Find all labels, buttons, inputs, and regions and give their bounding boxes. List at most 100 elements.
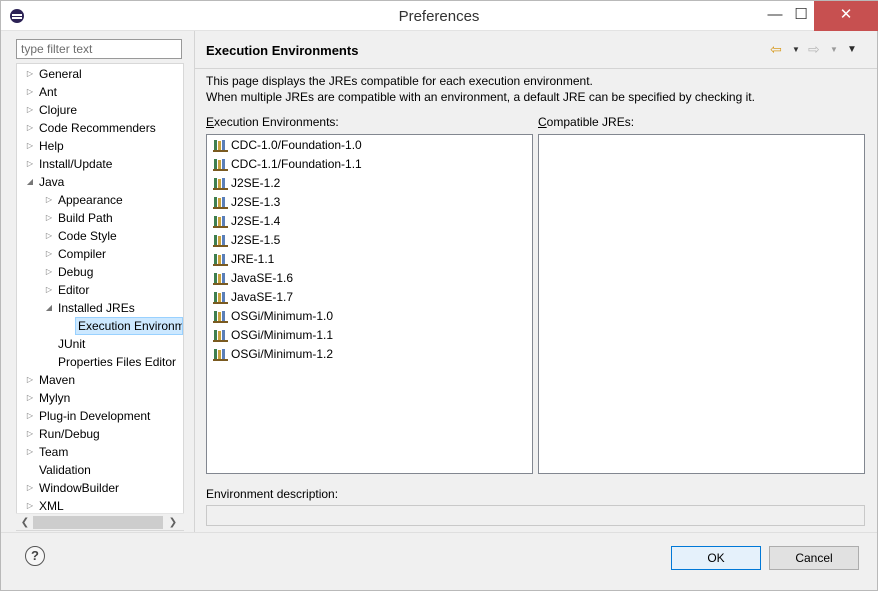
tree-item-label[interactable]: Java: [37, 173, 66, 191]
tree-item-label[interactable]: Properties Files Editor: [56, 353, 178, 371]
tree-collapsed-arrow-icon[interactable]: ▷: [25, 479, 35, 497]
tree-collapsed-arrow-icon[interactable]: ▷: [44, 245, 54, 263]
tree-item-label[interactable]: Mylyn: [37, 389, 72, 407]
ok-button[interactable]: OK: [671, 546, 761, 570]
tree-item-label[interactable]: Build Path: [56, 209, 115, 227]
tree-item-label[interactable]: Ant: [37, 83, 59, 101]
tree-item[interactable]: ▷ Run/Debug: [17, 425, 183, 443]
filter-input[interactable]: [16, 39, 182, 59]
compatible-jres-list[interactable]: [538, 134, 865, 474]
tree-collapsed-arrow-icon[interactable]: ▷: [44, 263, 54, 281]
library-icon: [213, 349, 228, 361]
library-icon: [213, 216, 228, 228]
tree-item-label[interactable]: Code Recommenders: [37, 119, 158, 137]
compatible-jres-label: Compatible JREs:: [538, 115, 635, 129]
cancel-button[interactable]: Cancel: [769, 546, 859, 570]
help-button[interactable]: ?: [25, 546, 45, 566]
view-menu-icon[interactable]: ▼: [847, 42, 857, 58]
tree-item[interactable]: ◢ Installed JREs: [17, 299, 183, 317]
title-bar[interactable]: Preferences — ☐ ✕: [1, 1, 878, 31]
tree-expanded-arrow-icon[interactable]: ◢: [25, 173, 35, 191]
close-button[interactable]: ✕: [814, 1, 878, 31]
tree-collapsed-arrow-icon[interactable]: ▷: [44, 281, 54, 299]
tree-item[interactable]: ▷ Code Recommenders: [17, 119, 183, 137]
tree-item-label[interactable]: Install/Update: [37, 155, 114, 173]
tree-collapsed-arrow-icon[interactable]: ▷: [44, 191, 54, 209]
tree-collapsed-arrow-icon[interactable]: ▷: [25, 101, 35, 119]
tree-item[interactable]: ▷ General: [17, 65, 183, 83]
tree-collapsed-arrow-icon[interactable]: ▷: [25, 407, 35, 425]
tree-item-label[interactable]: Appearance: [56, 191, 125, 209]
back-history-dropdown-icon[interactable]: ▼: [792, 42, 800, 58]
tree-collapsed-arrow-icon[interactable]: ▷: [25, 425, 35, 443]
scroll-right-arrow-icon[interactable]: ❯: [166, 514, 180, 531]
tree-item-label[interactable]: Validation: [37, 461, 93, 479]
tree-item[interactable]: ▷ Clojure: [17, 101, 183, 119]
tree-collapsed-arrow-icon[interactable]: ▷: [25, 137, 35, 155]
tree-item-label[interactable]: JUnit: [56, 335, 87, 353]
tree-item[interactable]: ▷ Editor: [17, 281, 183, 299]
tree-item-label[interactable]: WindowBuilder: [37, 479, 121, 497]
tree-item[interactable]: Validation: [17, 461, 183, 479]
minimize-button[interactable]: —: [762, 1, 788, 31]
tree-collapsed-arrow-icon[interactable]: ▷: [25, 389, 35, 407]
tree-item-label[interactable]: Clojure: [37, 101, 79, 119]
tree-horizontal-scrollbar[interactable]: ❮ ❯: [16, 513, 184, 530]
tree-item[interactable]: Execution Environments: [17, 317, 183, 335]
tree-item[interactable]: ▷ Help: [17, 137, 183, 155]
tree-item-label[interactable]: General: [37, 65, 84, 83]
tree-collapsed-arrow-icon[interactable]: ▷: [25, 443, 35, 461]
tree-item[interactable]: ▷ Code Style: [17, 227, 183, 245]
tree-item-label[interactable]: Debug: [56, 263, 95, 281]
tree-item[interactable]: ▷ Ant: [17, 83, 183, 101]
tree-item[interactable]: ▷ Build Path: [17, 209, 183, 227]
environment-name: J2SE-1.2: [231, 176, 281, 190]
tree-item[interactable]: ▷ Install/Update: [17, 155, 183, 173]
tree-item-label[interactable]: Installed JREs: [56, 299, 137, 317]
tree-collapsed-arrow-icon[interactable]: ▷: [25, 371, 35, 389]
tree-item[interactable]: ▷ Team: [17, 443, 183, 461]
tree-item[interactable]: ▷ Plug-in Development: [17, 407, 183, 425]
environment-name: JavaSE-1.6: [231, 271, 294, 285]
tree-item[interactable]: ▷ Appearance: [17, 191, 183, 209]
tree-item-label[interactable]: Help: [37, 137, 66, 155]
back-arrow-icon[interactable]: ⇦: [770, 41, 782, 57]
tree-item[interactable]: ▷ Mylyn: [17, 389, 183, 407]
tree-item-label[interactable]: Maven: [37, 371, 77, 389]
tree-item[interactable]: ◢ Java: [17, 173, 183, 191]
tree-item-label[interactable]: Code Style: [56, 227, 119, 245]
tree-collapsed-arrow-icon[interactable]: ▷: [44, 209, 54, 227]
execution-environments-list[interactable]: CDC-1.0/Foundation-1.0 CDC-1.1/Foundation…: [206, 134, 533, 474]
forward-arrow-icon[interactable]: ⇨: [808, 41, 820, 57]
tree-item-label[interactable]: Compiler: [56, 245, 108, 263]
environment-name: J2SE-1.5: [231, 233, 281, 247]
environment-name: JavaSE-1.7: [231, 290, 294, 304]
environment-name: OSGi/Minimum-1.1: [231, 328, 334, 342]
tree-item[interactable]: ▷ Maven: [17, 371, 183, 389]
tree-item-label[interactable]: Plug-in Development: [37, 407, 152, 425]
tree-collapsed-arrow-icon[interactable]: ▷: [44, 227, 54, 245]
forward-history-dropdown-icon[interactable]: ▼: [830, 42, 838, 58]
tree-item[interactable]: Properties Files Editor: [17, 353, 183, 371]
tree-collapsed-arrow-icon[interactable]: ▷: [25, 65, 35, 83]
library-icon: [213, 159, 228, 171]
tree-item[interactable]: ▷ Compiler: [17, 245, 183, 263]
library-icon: [213, 178, 228, 190]
tree-item-label[interactable]: Team: [37, 443, 70, 461]
tree-item[interactable]: JUnit: [17, 335, 183, 353]
pane-splitter[interactable]: [194, 31, 195, 532]
maximize-button[interactable]: ☐: [788, 1, 814, 31]
tree-item-label[interactable]: Run/Debug: [37, 425, 102, 443]
tree-collapsed-arrow-icon[interactable]: ▷: [25, 119, 35, 137]
tree-item-label[interactable]: Execution Environments: [75, 317, 183, 335]
preferences-tree[interactable]: ▷ General ▷ Ant ▷ Clojure ▷ Code Recommenders ▷ H…: [16, 63, 184, 531]
tree-collapsed-arrow-icon[interactable]: ▷: [25, 155, 35, 173]
tree-item[interactable]: ▷ WindowBuilder: [17, 479, 183, 497]
environment-description-field: [206, 505, 865, 526]
tree-collapsed-arrow-icon[interactable]: ▷: [25, 83, 35, 101]
tree-item[interactable]: ▷ Debug: [17, 263, 183, 281]
scrollbar-thumb[interactable]: [33, 516, 163, 529]
scroll-left-arrow-icon[interactable]: ❮: [18, 514, 32, 531]
tree-item-label[interactable]: Editor: [56, 281, 91, 299]
tree-expanded-arrow-icon[interactable]: ◢: [44, 299, 54, 317]
